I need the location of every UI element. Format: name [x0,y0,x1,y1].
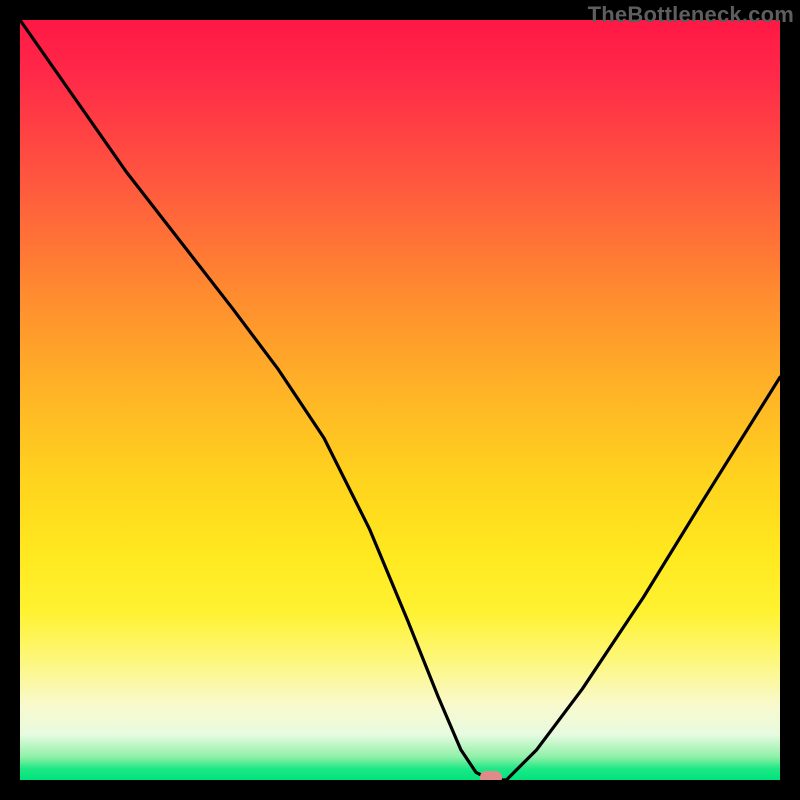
chart-frame: TheBottleneck.com [0,0,800,800]
optimal-marker [480,771,502,780]
bottleneck-curve [20,20,780,780]
curve-svg [20,20,780,780]
watermark-text: TheBottleneck.com [588,2,794,28]
plot-area [20,20,780,780]
